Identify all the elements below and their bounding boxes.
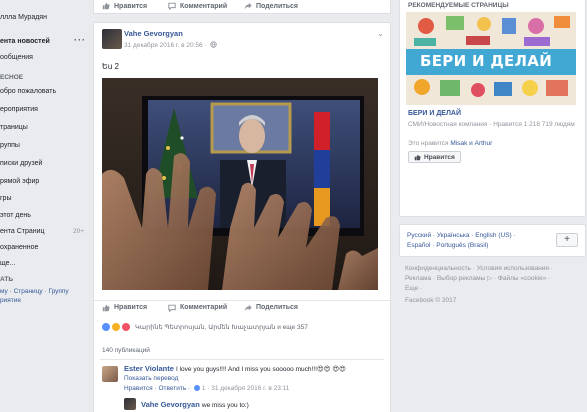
- shares-count[interactable]: 140 публикаций: [102, 347, 150, 354]
- thumbs-up-icon: [102, 2, 110, 10]
- friends-liked-names[interactable]: Misak и Arthur: [450, 140, 492, 147]
- show-translation-link[interactable]: Показать перевод: [124, 375, 178, 382]
- post-like-button[interactable]: Нравится: [102, 304, 147, 312]
- share-label: Поделиться: [256, 2, 299, 10]
- reactions-text: Կարինե Պետրոսյան, Արմեն Խաչատրյան и еще …: [135, 324, 308, 331]
- sidebar-item-messages[interactable]: ообщения: [0, 52, 33, 64]
- pages-feed-count: 20+: [72, 228, 84, 235]
- comment-icon: [168, 304, 176, 312]
- sidebar-item-friend-lists[interactable]: писки друзей: [0, 158, 42, 170]
- left-sidebar: ллла Мурадян ента новостей ··· ообщения …: [0, 0, 92, 412]
- like-label: Нравится: [114, 2, 148, 10]
- thumbs-up-icon: [102, 304, 110, 311]
- like-button[interactable]: Нравится: [102, 2, 147, 10]
- comment-time[interactable]: · 31 декабря 2016 г. в 23:11: [207, 385, 289, 392]
- previous-post-actions: Нравится Комментарий Поделиться: [93, 0, 391, 14]
- post-timestamp[interactable]: 31 декабря 2016 г. в 20:56 ·: [124, 42, 207, 49]
- languages-line-2[interactable]: Español · Português (Brasil): [407, 241, 488, 251]
- friends-liked-prefix: Это нравится: [408, 140, 451, 147]
- page-like-label: Нравится: [424, 153, 455, 161]
- love-reaction-icon: [122, 323, 130, 331]
- comment-body: Ester Violante I love you guys!!!! And I…: [124, 364, 386, 374]
- commenter-name[interactable]: Ester Violante: [124, 364, 174, 373]
- reply-author[interactable]: Vahe Gevorgyan: [141, 400, 200, 409]
- post-share-label: Поделиться: [256, 304, 299, 311]
- comment-button[interactable]: Комментарий: [168, 2, 227, 10]
- comment-label: Комментарий: [180, 2, 228, 10]
- more-options-icon[interactable]: ···: [74, 35, 86, 45]
- sidebar-item-news-feed[interactable]: ента новостей: [0, 36, 50, 48]
- globe-icon: [210, 41, 218, 48]
- author-avatar[interactable]: [102, 29, 122, 49]
- create-links[interactable]: му · Страницу · Группу: [0, 287, 69, 296]
- footer-links-1[interactable]: Конфиденциальность · Условия использован…: [405, 264, 553, 274]
- post-card: Vahe Gevorgyan 31 декабря 2016 г. в 20:5…: [93, 22, 391, 412]
- like-reaction-icon: [194, 385, 201, 391]
- post-photo[interactable]: [102, 78, 378, 290]
- sidebar-item-pages[interactable]: траницы: [0, 122, 28, 134]
- banner-text: БЕРИ И ДЕЛАЙ: [420, 52, 553, 70]
- suggested-page-name[interactable]: БЕРИ И ДЕЛАЙ: [408, 110, 461, 117]
- friends-liked: Это нравится Misak и Arthur: [408, 140, 492, 147]
- comment-actions: Нравится · Ответить · 1 · 31 декабря 201…: [124, 385, 289, 392]
- post-meta: 31 декабря 2016 г. в 20:56 ·: [124, 41, 218, 49]
- divider: [100, 359, 384, 360]
- sidebar-item-events[interactable]: ероприятия: [0, 104, 38, 116]
- sidebar-item-live[interactable]: рямой эфир: [0, 176, 39, 188]
- sidebar-explore-header: ЕСНОЕ: [0, 74, 24, 81]
- page-banner[interactable]: БЕРИ И ДЕЛАЙ: [406, 12, 576, 105]
- comment-text: I love you guys!!!! And I miss you soooo…: [175, 366, 346, 373]
- comment-icon: [168, 2, 176, 10]
- thumbs-up-icon: [414, 154, 421, 160]
- sidebar-item-welcome[interactable]: обро пожаловать: [0, 86, 56, 98]
- sidebar-item-saved[interactable]: охраненное: [0, 242, 38, 254]
- share-button[interactable]: Поделиться: [244, 2, 298, 10]
- sidebar-create-header: АТЬ: [0, 276, 14, 283]
- commenter-avatar[interactable]: [102, 366, 118, 382]
- post-text: Եu 2: [102, 62, 119, 71]
- languages-line-1[interactable]: Русский · Українська · English (US) ·: [407, 231, 516, 241]
- post-share-button[interactable]: Поделиться: [244, 304, 298, 312]
- footer-more[interactable]: Еще ·: [405, 284, 422, 294]
- comment-like-reply[interactable]: Нравится · Ответить ·: [124, 385, 190, 392]
- chevron-down-icon[interactable]: ⌄: [377, 29, 384, 38]
- post-author[interactable]: Vahe Gevorgyan: [124, 29, 183, 38]
- profile-link[interactable]: ллла Мурадян: [0, 12, 47, 24]
- suggested-pages-card: РЕКОМЕНДУЕМЫЕ СТРАНИЦЫ БЕРИ И ДЕЛАЙ БЕРИ…: [399, 0, 586, 217]
- languages-card: Русский · Українська · English (US) · Es…: [399, 224, 586, 257]
- post-actions: Нравится Комментарий Поделиться: [94, 300, 390, 314]
- photo-scene: [102, 78, 378, 290]
- reply-text: we miss you to:): [201, 402, 249, 409]
- footer-copyright: Facebook © 2017: [405, 297, 457, 304]
- page-like-button[interactable]: Нравится: [408, 151, 461, 163]
- reply-avatar[interactable]: [124, 398, 136, 410]
- add-language-button[interactable]: +: [556, 233, 578, 247]
- sidebar-item-groups[interactable]: руппы: [0, 140, 20, 152]
- share-icon: [244, 304, 252, 311]
- sidebar-item-on-this-day[interactable]: этот день: [0, 210, 31, 222]
- post-comment-button[interactable]: Комментарий: [168, 304, 227, 312]
- sidebar-item-more[interactable]: ще...: [0, 258, 15, 270]
- suggested-page-desc: СМИ/Новостная компания · Нравится 1 218 …: [408, 121, 575, 128]
- haha-reaction-icon: [112, 323, 120, 331]
- sidebar-item-pages-feed[interactable]: ента Страниц: [0, 226, 45, 238]
- post-comment-label: Комментарий: [180, 304, 228, 311]
- sidebar-item-games[interactable]: гры: [0, 193, 11, 205]
- footer-links-2[interactable]: Реклама · Выбор рекламы ▷ · Файлы «cooki…: [405, 274, 550, 284]
- reactions-summary[interactable]: Կարինե Պետրոսյան, Արմեն Խաչատրյան и еще …: [102, 323, 308, 331]
- post-like-label: Нравится: [114, 304, 148, 311]
- share-icon: [244, 2, 252, 10]
- suggested-pages-title: РЕКОМЕНДУЕМЫЕ СТРАНИЦЫ: [408, 2, 509, 9]
- create-links-event[interactable]: риятие: [0, 296, 21, 305]
- reply-body: Vahe Gevorgyan we miss you to:): [141, 400, 249, 410]
- comment-like-count: 1: [201, 385, 206, 392]
- like-reaction-icon: [102, 323, 110, 331]
